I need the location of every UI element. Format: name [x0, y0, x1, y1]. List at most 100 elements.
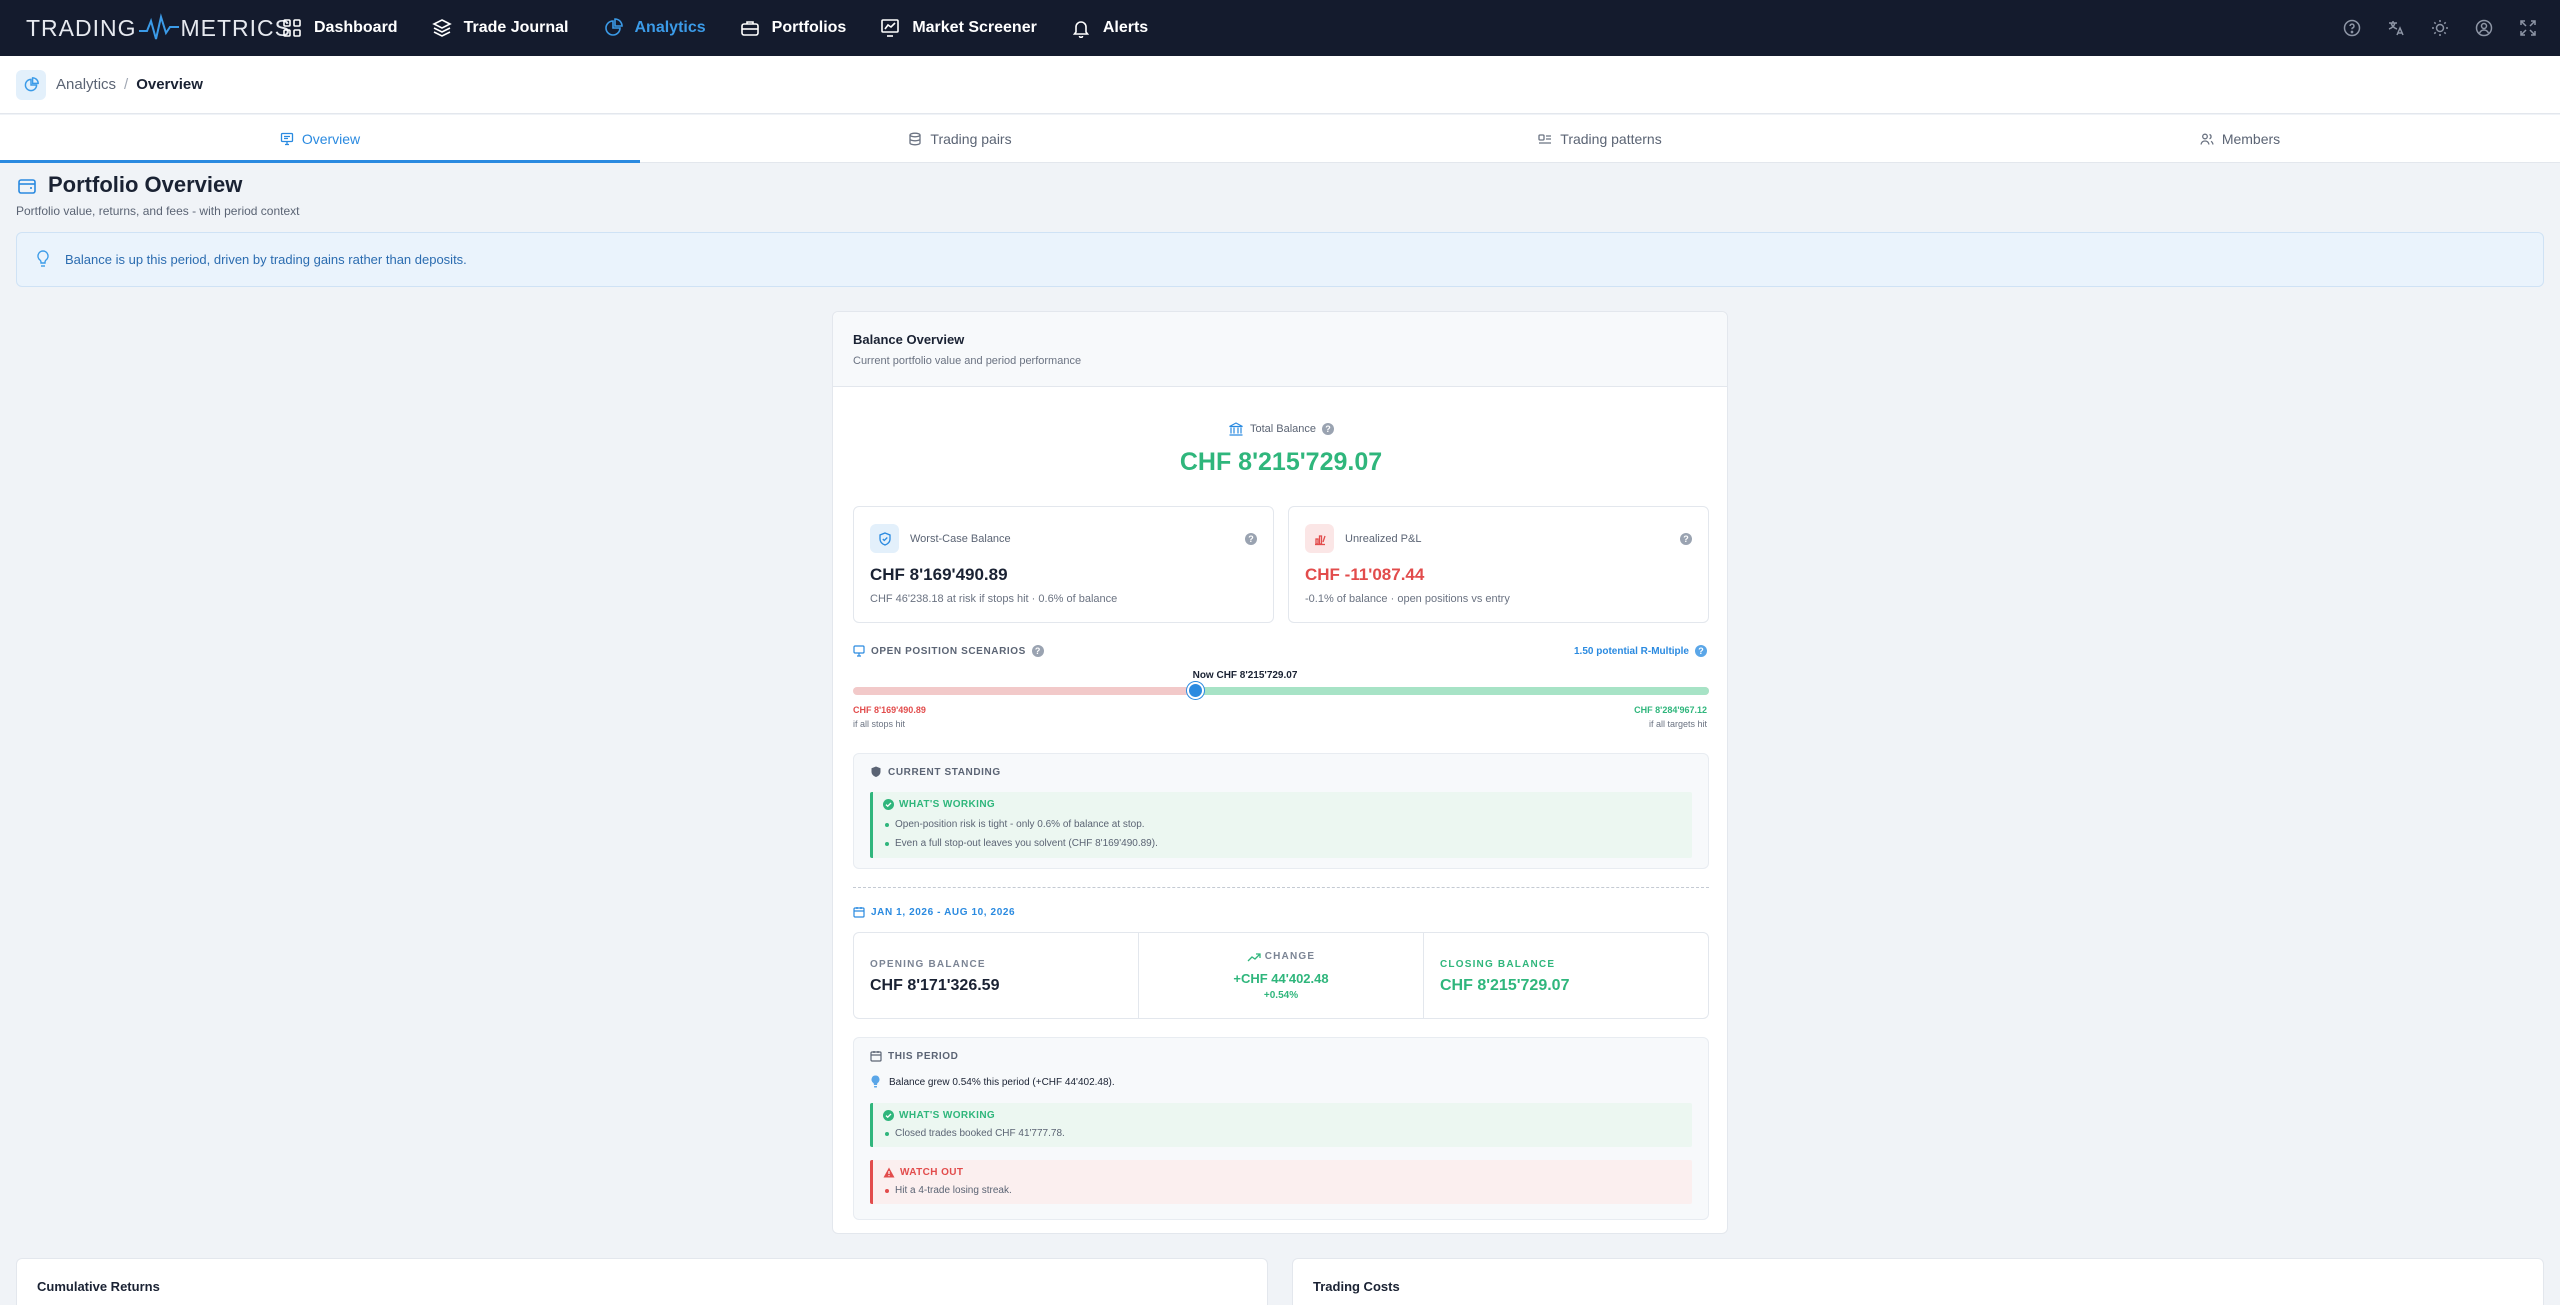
trading-costs-title: Trading Costs	[1313, 1279, 1400, 1294]
list-item: Hit a 4-trade losing streak.	[885, 1185, 1012, 1196]
check-circle-icon	[883, 1110, 894, 1121]
change-percent: +0.54%	[1263, 990, 1299, 1001]
bank-icon	[1229, 422, 1243, 436]
database-icon	[909, 132, 922, 145]
worst-case-label: Worst-Case Balance	[910, 533, 1011, 545]
unrealized-value: CHF -11'087.44	[1305, 565, 1425, 584]
nav-analytics[interactable]: Analytics	[603, 0, 706, 56]
low-scenario-caption: if all stops hit	[853, 719, 906, 729]
calendar-icon	[870, 1051, 882, 1062]
watch-out-box: WATCH OUT Hit a 4-trade losing streak.	[870, 1160, 1692, 1204]
tab-trading-pairs[interactable]: Trading pairs	[640, 115, 1280, 162]
list-item: Open-position risk is tight - only 0.6% …	[885, 819, 1145, 830]
this-period-label: THIS PERIOD	[888, 1050, 959, 1062]
app-logo[interactable]: TRADING METRICS	[26, 13, 291, 43]
help-icon[interactable]: ?	[1322, 423, 1335, 435]
total-balance-label: Total Balance	[1249, 423, 1317, 435]
worst-case-value: CHF 8'169'490.89	[870, 565, 1008, 584]
tab-label: Trading pairs	[930, 130, 1012, 147]
closing-label: CLOSING BALANCE	[1440, 959, 1556, 970]
change-label-row: CHANGE	[1139, 951, 1423, 962]
logo-text-left: TRADING	[26, 14, 137, 41]
card-header: Balance Overview Current portfolio value…	[833, 312, 1727, 387]
scenarios-label: OPEN POSITION SCENARIOS	[871, 645, 1026, 657]
logo-text-right: METRICS	[180, 14, 291, 41]
help-icon[interactable]: ?	[1031, 645, 1044, 657]
shield-icon	[870, 524, 899, 553]
help-circle-icon[interactable]	[2340, 16, 2364, 40]
cumulative-returns-title: Cumulative Returns	[37, 1279, 160, 1294]
scenario-range-bar	[853, 687, 1709, 695]
translate-icon[interactable]	[2384, 16, 2408, 40]
briefcase-icon	[740, 21, 759, 36]
now-balance-label: Now CHF 8'215'729.07	[1192, 670, 1298, 681]
balance-overview-card: Balance Overview Current portfolio value…	[832, 311, 1728, 1234]
unrealized-label: Unrealized P&L	[1345, 533, 1422, 545]
r-multiple-row: 1.50 potential R-Multiple ?	[1574, 645, 1707, 657]
total-balance-label-row: Total Balance ?	[833, 421, 1729, 437]
lightbulb-icon	[37, 250, 49, 267]
tab-members[interactable]: Members	[1920, 115, 2560, 162]
high-scenario-value: CHF 8'284'967.12	[1634, 705, 1707, 715]
period-range-row: JAN 1, 2026 - AUG 10, 2026	[853, 906, 1015, 918]
breadcrumb-bar: Analytics / Overview	[0, 56, 2560, 114]
current-balance-marker	[1186, 682, 1204, 699]
shield-icon	[871, 766, 881, 777]
grid-icon	[283, 19, 301, 37]
card-title: Balance Overview	[853, 332, 965, 347]
nav-label: Market Screener	[912, 19, 1037, 36]
breadcrumb-current: Overview	[136, 76, 203, 93]
nav-alerts[interactable]: Alerts	[1071, 0, 1148, 56]
nav-dashboard[interactable]: Dashboard	[282, 0, 398, 56]
opening-label: OPENING BALANCE	[870, 959, 986, 970]
worst-case-balance-card: Worst-Case Balance ? CHF 8'169'490.89 CH…	[853, 506, 1274, 623]
tab-label: Members	[2221, 130, 2281, 147]
pattern-icon	[1538, 133, 1552, 144]
sun-icon[interactable]	[2428, 16, 2452, 40]
opening-value: CHF 8'171'326.59	[870, 977, 1000, 994]
help-icon[interactable]: ?	[1245, 533, 1257, 545]
high-scenario-caption: if all targets hit	[1648, 719, 1707, 729]
section-divider	[853, 887, 1709, 888]
unrealized-sub: -0.1% of balance · open positions vs ent…	[1305, 593, 1510, 605]
pie-chart-icon	[604, 18, 623, 36]
nav-portfolios[interactable]: Portfolios	[740, 0, 846, 56]
breadcrumb-parent[interactable]: Analytics	[56, 76, 116, 93]
bell-icon	[1072, 21, 1089, 38]
whats-working-title: WHAT'S WORKING	[899, 1110, 996, 1121]
nav-market-screener[interactable]: Market Screener	[880, 0, 1037, 56]
insight-banner: Balance is up this period, driven by tra…	[16, 232, 2544, 287]
help-icon[interactable]: ?	[1695, 645, 1707, 657]
check-circle-icon	[883, 799, 894, 810]
nav-trade-journal[interactable]: Trade Journal	[431, 0, 569, 56]
tab-overview[interactable]: Overview	[0, 115, 640, 163]
unrealized-pnl-card: Unrealized P&L ? CHF -11'087.44 -0.1% of…	[1288, 506, 1709, 623]
calendar-icon	[853, 907, 865, 918]
fullscreen-icon[interactable]	[2516, 16, 2540, 40]
whats-working-box: WHAT'S WORKING Closed trades booked CHF …	[870, 1103, 1692, 1147]
change-label: CHANGE	[1264, 951, 1316, 962]
chart-screen-icon	[881, 19, 900, 37]
insight-text: Balance is up this period, driven by tra…	[65, 252, 467, 267]
user-circle-icon[interactable]	[2472, 16, 2496, 40]
pulse-logo-icon	[138, 13, 179, 40]
nav-label: Analytics	[634, 19, 706, 36]
opening-balance-cell: OPENING BALANCE CHF 8'171'326.59	[854, 933, 1139, 1018]
current-standing-label-row: CURRENT STANDING	[870, 766, 1001, 778]
worst-case-sub: CHF 46'238.18 at risk if stops hit · 0.6…	[870, 593, 1118, 605]
top-navigation-bar: TRADING METRICS Dashboard Trade Journal …	[0, 0, 2560, 56]
page-title: Portfolio Overview	[48, 172, 243, 197]
help-icon[interactable]: ?	[1680, 533, 1692, 545]
analytics-tabs: Overview Trading pairs Trading patterns …	[0, 115, 2560, 163]
tab-trading-patterns[interactable]: Trading patterns	[1280, 115, 1920, 162]
bar-chart-icon	[1305, 524, 1334, 553]
scenarios-label-row: OPEN POSITION SCENARIOS ?	[853, 645, 1044, 657]
this-period-label-row: THIS PERIOD	[870, 1050, 959, 1062]
lightbulb-icon	[871, 1075, 880, 1088]
nav-label: Trade Journal	[463, 19, 569, 36]
tab-label: Trading patterns	[1560, 130, 1662, 147]
breadcrumb: Analytics / Overview	[56, 76, 203, 93]
nav-label: Alerts	[1102, 19, 1149, 36]
period-summary-row: OPENING BALANCE CHF 8'171'326.59 CHANGE …	[853, 932, 1709, 1019]
tab-label: Overview	[301, 130, 361, 147]
